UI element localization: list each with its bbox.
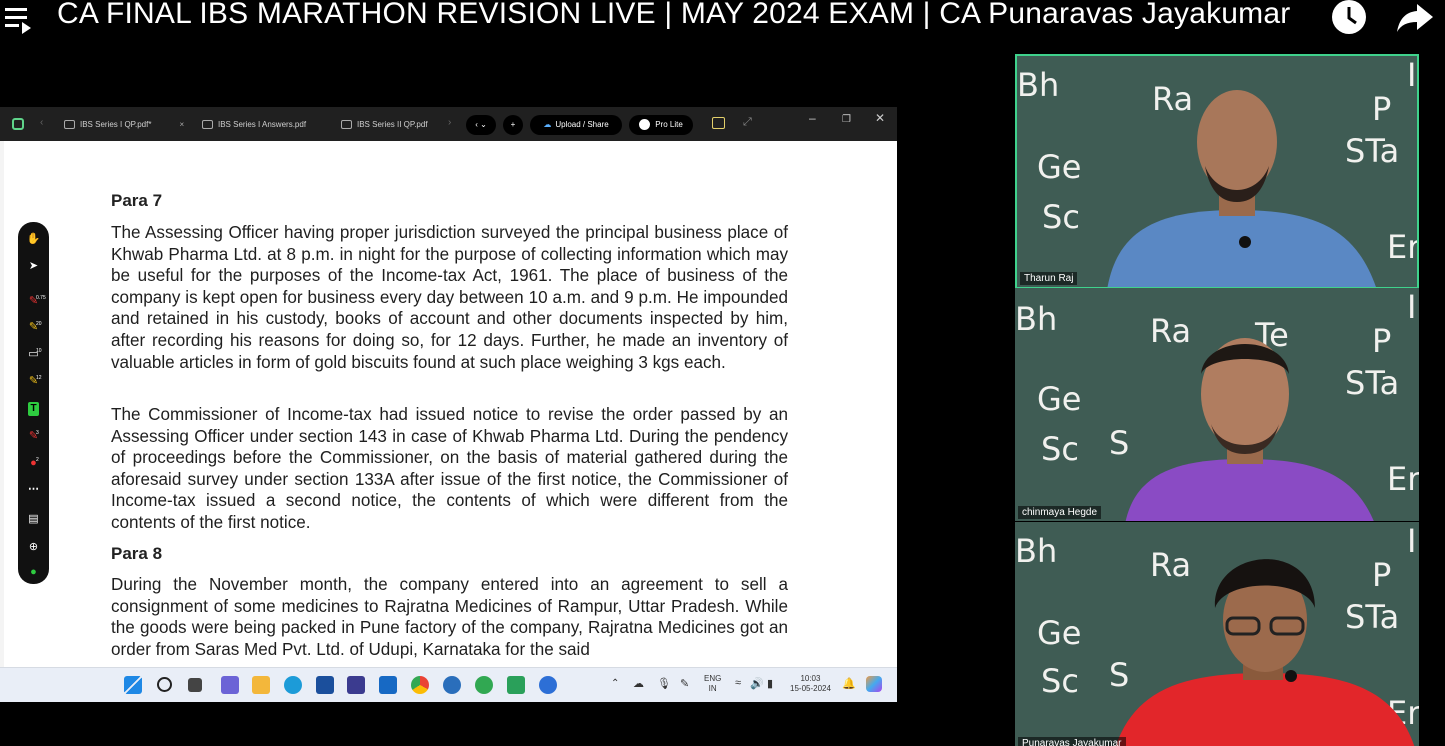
forward-arrow-icon[interactable]: › <box>448 117 451 128</box>
layout-icon[interactable] <box>712 117 725 129</box>
eraser-size-badge: 10 <box>36 348 42 354</box>
participant-name: chinmaya Hegde <box>1018 506 1102 519</box>
copilot-icon[interactable] <box>866 676 882 692</box>
cloud-icon: ☁ <box>543 120 552 129</box>
color-picker-icon[interactable]: ● <box>25 456 42 470</box>
cloud-tray-icon[interactable]: ☁ <box>633 677 644 690</box>
wifi-icon[interactable]: ≈ <box>735 677 741 689</box>
pdf-app-tabbar: ‹ IBS Series I QP.pdf* × IBS Series I Ans… <box>0 107 897 141</box>
task-view-icon[interactable] <box>188 678 202 692</box>
chrome-icon[interactable] <box>411 676 429 694</box>
maximize-button[interactable]: ❐ <box>842 114 851 125</box>
video-title[interactable]: CA FINAL IBS MARATHON REVISION LIVE | MA… <box>57 0 1307 31</box>
pdf-tab-icon <box>202 120 213 130</box>
battery-icon[interactable]: ▮ <box>767 677 773 690</box>
chalk-word: Bh <box>1017 66 1060 104</box>
participant-name: Tharun Raj <box>1020 272 1078 285</box>
app-icon[interactable] <box>443 676 461 694</box>
para-8-text: During the November month, the company e… <box>111 575 788 659</box>
video-top-bar: CA FINAL IBS MARATHON REVISION LIVE | MA… <box>0 0 1445 40</box>
para-7-text-continued: The Commissioner of Income-tax had issue… <box>111 405 788 532</box>
participant-name: Punaravas Jayakumar <box>1018 737 1126 746</box>
chalk-word: Bh <box>1015 300 1058 338</box>
pdf-tab-icon <box>64 120 75 130</box>
pdf-tab-icon <box>341 120 352 130</box>
marker-size-badge: 12 <box>36 375 42 381</box>
chalk-word: Sc <box>1041 430 1079 468</box>
back-arrow-icon[interactable]: ‹ <box>40 117 43 128</box>
para-7-text: The Assessing Officer having proper juri… <box>111 223 788 372</box>
participant-figure <box>1115 559 1415 746</box>
annotation-toolbar: ✋ ➤ ✎ ✎ ▭ ✎ T ✎ ● ⋯ ▤ ⊕ ● 0.75 20 10 12 … <box>18 222 49 584</box>
participant-video-punaravas-jayakumar[interactable]: Bh Ra P STa Ge Sc S Er In Punaravas Jaya… <box>1015 522 1419 746</box>
chalk-word: In <box>1407 288 1419 326</box>
highlighter-size-badge: 20 <box>36 321 42 327</box>
color-size-badge: 2 <box>36 457 39 463</box>
chevron-up-icon[interactable]: ⌃ <box>611 678 619 689</box>
participant-figure <box>1107 90 1376 287</box>
tab-dropdown-button[interactable]: ‹ ⌄ <box>466 115 496 135</box>
chalk-word: Ge <box>1037 614 1082 652</box>
more-icon[interactable]: ⋯ <box>25 482 42 496</box>
chalk-word: Bh <box>1015 532 1058 570</box>
para-8-heading: Para 8 <box>111 544 163 563</box>
fullscreen-icon[interactable]: ⤢ <box>743 116 752 129</box>
chalk-word: Ge <box>1037 148 1082 186</box>
hand-icon[interactable]: ✋ <box>25 232 42 246</box>
pointer-icon[interactable]: ➤ <box>25 259 42 273</box>
windows-taskbar: ⌃ ☁ 🎙 ✎ ENG IN ≈ 🔊 ▮ 10:03 15-05-2024 🔔 <box>0 667 897 702</box>
pen-size-badge: 0.75 <box>36 295 46 301</box>
pro-badge-icon <box>639 119 651 131</box>
pdf-app-taskbar-icon[interactable] <box>507 676 525 694</box>
chalk-word: Er <box>1387 228 1419 266</box>
language-indicator[interactable]: ENG IN <box>704 674 721 694</box>
outlook-icon[interactable] <box>379 676 397 694</box>
tab-close-icon[interactable]: × <box>179 120 184 129</box>
minimize-button[interactable]: – <box>809 111 816 125</box>
edge-icon[interactable] <box>284 676 302 694</box>
playlist-menu-icon[interactable] <box>2 2 36 36</box>
search-icon[interactable] <box>157 677 172 692</box>
zoom-icon[interactable] <box>539 676 557 694</box>
windows-start-icon[interactable] <box>124 676 142 694</box>
watch-later-clock-icon[interactable] <box>1330 0 1368 36</box>
notes-icon[interactable]: ▤ <box>25 512 42 526</box>
clock-display[interactable]: 10:03 15-05-2024 <box>790 674 831 694</box>
chalk-word: Ge <box>1037 380 1082 418</box>
shared-screen: ‹ IBS Series I QP.pdf* × IBS Series I Ans… <box>0 107 897 702</box>
add-icon[interactable]: ⊕ <box>25 540 42 554</box>
exit-icon[interactable]: ● <box>25 565 42 579</box>
chalk-word: In <box>1407 56 1417 94</box>
file-explorer-icon[interactable] <box>252 676 270 694</box>
participant-video-tharun-raj[interactable]: Bh Ra P STa Ge Sc Er In Tharun Raj <box>1015 54 1419 289</box>
onenote-icon[interactable] <box>347 676 365 694</box>
pen-tray-icon[interactable]: ✎ <box>680 677 689 690</box>
tab-ibs-series-1-qp[interactable]: IBS Series I QP.pdf* × <box>64 114 184 136</box>
teams-icon[interactable] <box>221 676 239 694</box>
tab-ibs-series-1-answers[interactable]: IBS Series I Answers.pdf <box>202 114 306 136</box>
notifications-icon[interactable]: 🔔 <box>842 677 856 690</box>
para-7-heading: Para 7 <box>111 191 163 210</box>
volume-icon[interactable]: 🔊 <box>750 677 764 690</box>
new-tab-button[interactable]: + <box>503 115 523 135</box>
pro-lite-button[interactable]: Pro Lite <box>629 115 693 135</box>
chat-app-icon[interactable] <box>475 676 493 694</box>
tab-ibs-series-2-qp[interactable]: IBS Series II QP.pdf <box>341 114 428 136</box>
chalk-word: Sc <box>1042 198 1080 236</box>
red-pen-icon[interactable]: ✎ <box>25 429 42 443</box>
red-pen-size-badge: 3 <box>36 430 39 436</box>
store-icon[interactable] <box>316 676 334 694</box>
participant-video-chinmaya-hegde[interactable]: Bh Ra Te P STa Ge Sc S Er In chinmaya He… <box>1015 288 1419 521</box>
chalk-word: Sc <box>1041 662 1079 700</box>
text-icon[interactable]: T <box>28 402 39 416</box>
app-logo-icon <box>12 118 24 130</box>
close-window-button[interactable]: ✕ <box>875 111 885 125</box>
mic-icon[interactable]: 🎙 <box>657 677 671 690</box>
pdf-page: Para 7 The Assessing Officer having prop… <box>4 141 897 667</box>
share-arrow-icon[interactable] <box>1395 0 1435 36</box>
upload-share-button[interactable]: ☁ Upload / Share <box>530 115 622 135</box>
participant-figure <box>1125 338 1374 521</box>
